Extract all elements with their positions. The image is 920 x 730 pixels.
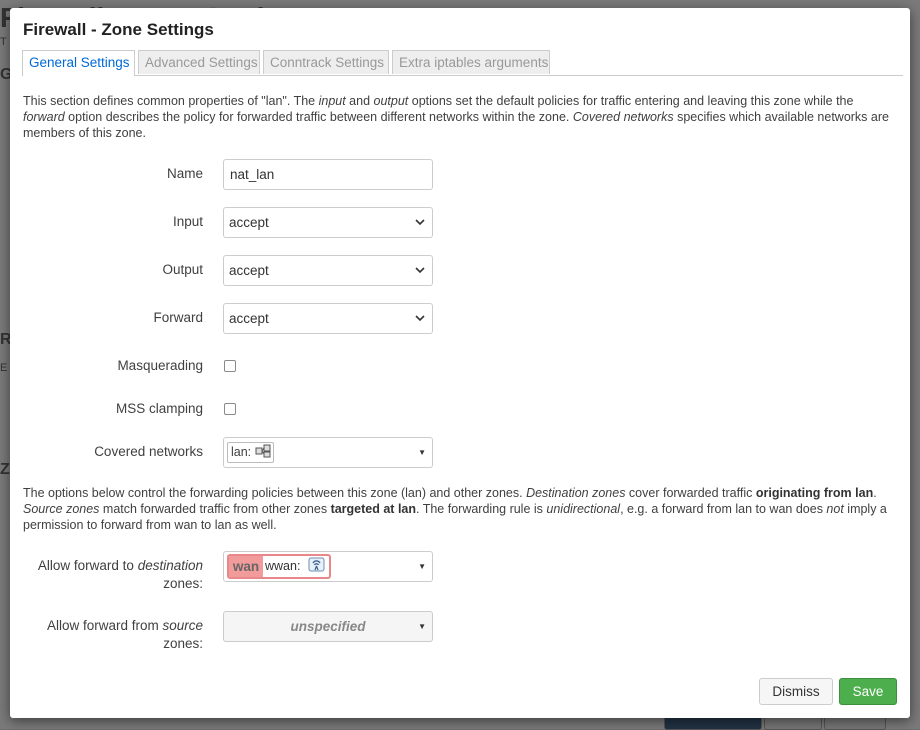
covered-networks-dropdown[interactable]: lan: ▼ (223, 437, 433, 468)
tab-general-settings[interactable]: General Settings (22, 50, 135, 76)
source-zones-value: unspecified (290, 619, 366, 634)
output-policy-label: Output (162, 262, 203, 277)
zone-badge-wan: wan wwan: (227, 554, 331, 579)
save-button[interactable]: Save (839, 678, 897, 705)
output-policy-select[interactable]: accept (223, 255, 433, 286)
dialog-title: Firewall - Zone Settings (23, 20, 214, 39)
forwarding-description: The options below control the forwarding… (23, 486, 887, 532)
input-policy-select[interactable]: accept (223, 207, 433, 238)
zone-settings-dialog: Firewall - Zone Settings General Setting… (10, 8, 910, 718)
output-policy-value: accept (229, 263, 269, 278)
network-chip-lan: lan: (227, 442, 274, 463)
input-policy-value: accept (229, 215, 269, 230)
tab-extra-iptables-arguments[interactable]: Extra iptables arguments (392, 50, 550, 74)
masquerading-label: Masquerading (117, 358, 203, 373)
chevron-down-icon (415, 315, 425, 322)
zone-badge-name: wan (229, 556, 263, 577)
dismiss-button[interactable]: Dismiss (759, 678, 833, 705)
covered-networks-label: Covered networks (94, 444, 203, 459)
caret-down-icon: ▼ (418, 448, 426, 457)
background-fragment: T (0, 36, 7, 48)
destination-zones-dropdown[interactable]: wan wwan: ▼ (223, 551, 433, 582)
forward-policy-select[interactable]: accept (223, 303, 433, 334)
forward-policy-label: Forward (153, 310, 203, 325)
mss-clamping-checkbox[interactable] (224, 403, 236, 415)
bridge-network-icon (255, 444, 271, 458)
input-policy-label: Input (172, 214, 203, 229)
caret-down-icon: ▼ (418, 562, 426, 571)
allow-forward-to-label: Allow forward to destination zones: (37, 558, 203, 591)
background-fragment: Z (0, 461, 10, 478)
network-chip-label: lan: (231, 445, 252, 459)
allow-forward-from-label: Allow forward from source zones: (46, 618, 203, 651)
source-zones-dropdown[interactable]: unspecified ▼ (223, 611, 433, 642)
name-label: Name (166, 166, 203, 181)
tab-conntrack-settings[interactable]: Conntrack Settings (263, 50, 389, 74)
tab-advanced-settings[interactable]: Advanced Settings (138, 50, 260, 74)
zone-badge-network: wwan: (265, 556, 326, 577)
masquerading-checkbox[interactable] (224, 360, 236, 372)
mss-clamping-label: MSS clamping (115, 401, 203, 416)
background-fragment: E (0, 362, 8, 374)
caret-down-icon: ▼ (418, 622, 426, 631)
zone-description: This section defines common properties o… (23, 94, 889, 140)
wireless-network-icon (308, 557, 325, 572)
chevron-down-icon (415, 267, 425, 274)
chevron-down-icon (415, 219, 425, 226)
forward-policy-value: accept (229, 311, 269, 326)
name-input[interactable]: nat_lan (223, 159, 433, 190)
tab-bar: General Settings Advanced Settings Connt… (22, 50, 903, 76)
